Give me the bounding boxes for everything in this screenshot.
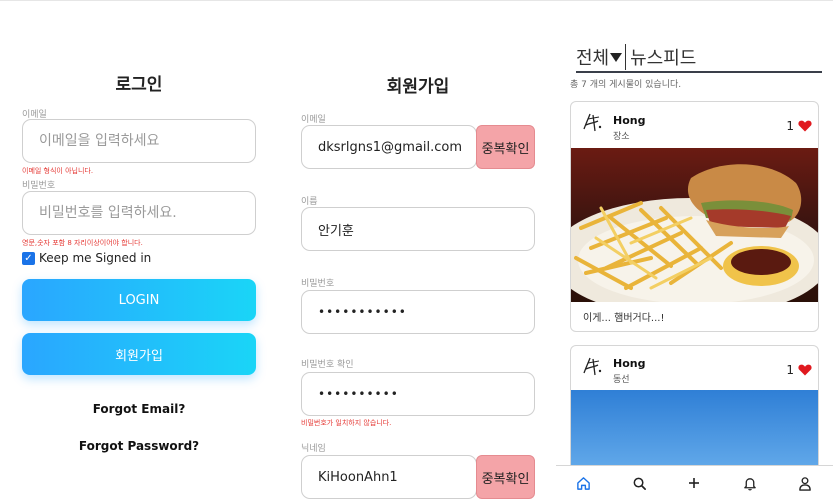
signup-name-label: 이름	[301, 197, 318, 207]
login-button[interactable]: LOGIN	[22, 279, 256, 321]
post-like-count: 1	[786, 363, 794, 377]
post-likes[interactable]: 1	[786, 363, 812, 377]
login-email-error: 이메일 형식이 아닙니다.	[22, 167, 94, 175]
feed-filter-value: 전체	[576, 48, 610, 69]
nav-notifications-button[interactable]	[735, 468, 765, 498]
feed-header: 전체 뉴스피드	[576, 43, 822, 73]
post-photo-burger-fries	[571, 148, 818, 302]
keep-signed-in[interactable]: ✓ Keep me Signed in	[22, 251, 151, 265]
nav-add-button[interactable]	[679, 468, 709, 498]
post-location: 장소	[613, 132, 630, 142]
login-password-input[interactable]	[22, 191, 256, 235]
avatar	[583, 357, 602, 376]
avatar	[583, 113, 602, 132]
nav-home-button[interactable]	[569, 468, 599, 498]
post-location: 동선	[613, 375, 630, 385]
post-username[interactable]: Hong	[613, 357, 645, 370]
signup-nickname-input[interactable]: KiHoonAhn1	[301, 455, 477, 499]
post-username[interactable]: Hong	[613, 114, 645, 127]
signup-title: 회원가입	[386, 77, 450, 97]
feed-post-card[interactable]: Hong 장소 1 이게... 햄버거다...!	[570, 101, 819, 332]
signup-password-confirm-input[interactable]: ••••••••••	[301, 372, 535, 416]
signup-email-input[interactable]: dksrlgns1@gmail.com	[301, 125, 477, 169]
signup-name-input[interactable]: 안기훈	[301, 207, 535, 251]
keep-signed-in-label: Keep me Signed in	[39, 251, 152, 265]
keep-signed-in-checkbox[interactable]: ✓	[22, 251, 35, 265]
post-caption: 이게... 햄버거다...!	[583, 313, 665, 324]
signup-password-error: 비밀번호가 일치하지 않습니다.	[301, 419, 392, 427]
signup-nickname-label: 닉네임	[301, 444, 326, 454]
post-likes[interactable]: 1	[786, 119, 812, 133]
feed-title: 뉴스피드	[630, 48, 697, 69]
login-password-error: 영문,숫자 포함 8 자리이상이어야 합니다.	[22, 239, 143, 247]
nav-profile-button[interactable]	[790, 468, 820, 498]
email-check-button[interactable]: 중복확인	[476, 125, 535, 169]
login-title: 로그인	[115, 75, 163, 95]
dropdown-arrow-icon	[610, 53, 623, 62]
heart-icon[interactable]	[798, 364, 812, 376]
heart-icon[interactable]	[798, 120, 812, 132]
signup-password-input[interactable]: •••••••••••	[301, 290, 535, 334]
go-signup-button[interactable]: 회원가입	[22, 333, 256, 375]
plus-icon	[689, 478, 700, 488]
signup-password-confirm-label: 비밀번호 확인	[301, 360, 354, 370]
forgot-password-link[interactable]: Forgot Password?	[22, 439, 256, 453]
signup-email-label: 이메일	[301, 115, 326, 125]
user-icon	[799, 476, 812, 491]
login-password-label: 비밀번호	[22, 181, 56, 191]
signup-password-label: 비밀번호	[301, 279, 335, 289]
login-email-input[interactable]	[22, 119, 256, 163]
search-icon	[633, 477, 646, 490]
bottom-navigation	[556, 465, 833, 500]
feed-post-count: 총 7 개의 게시물이 있습니다.	[570, 80, 682, 90]
bell-icon	[744, 477, 756, 490]
feed-post-card[interactable]: Hong 동선 1	[570, 345, 819, 485]
home-icon	[577, 476, 591, 490]
newsfeed-panel: 전체 뉴스피드 총 7 개의 게시물이 있습니다. Hong 장소 1 이게..…	[568, 0, 833, 500]
feed-filter-select[interactable]: 전체	[576, 44, 627, 70]
post-like-count: 1	[786, 119, 794, 133]
nickname-check-button[interactable]: 중복확인	[476, 455, 535, 499]
nav-search-button[interactable]	[624, 468, 654, 498]
forgot-email-link[interactable]: Forgot Email?	[22, 402, 256, 416]
